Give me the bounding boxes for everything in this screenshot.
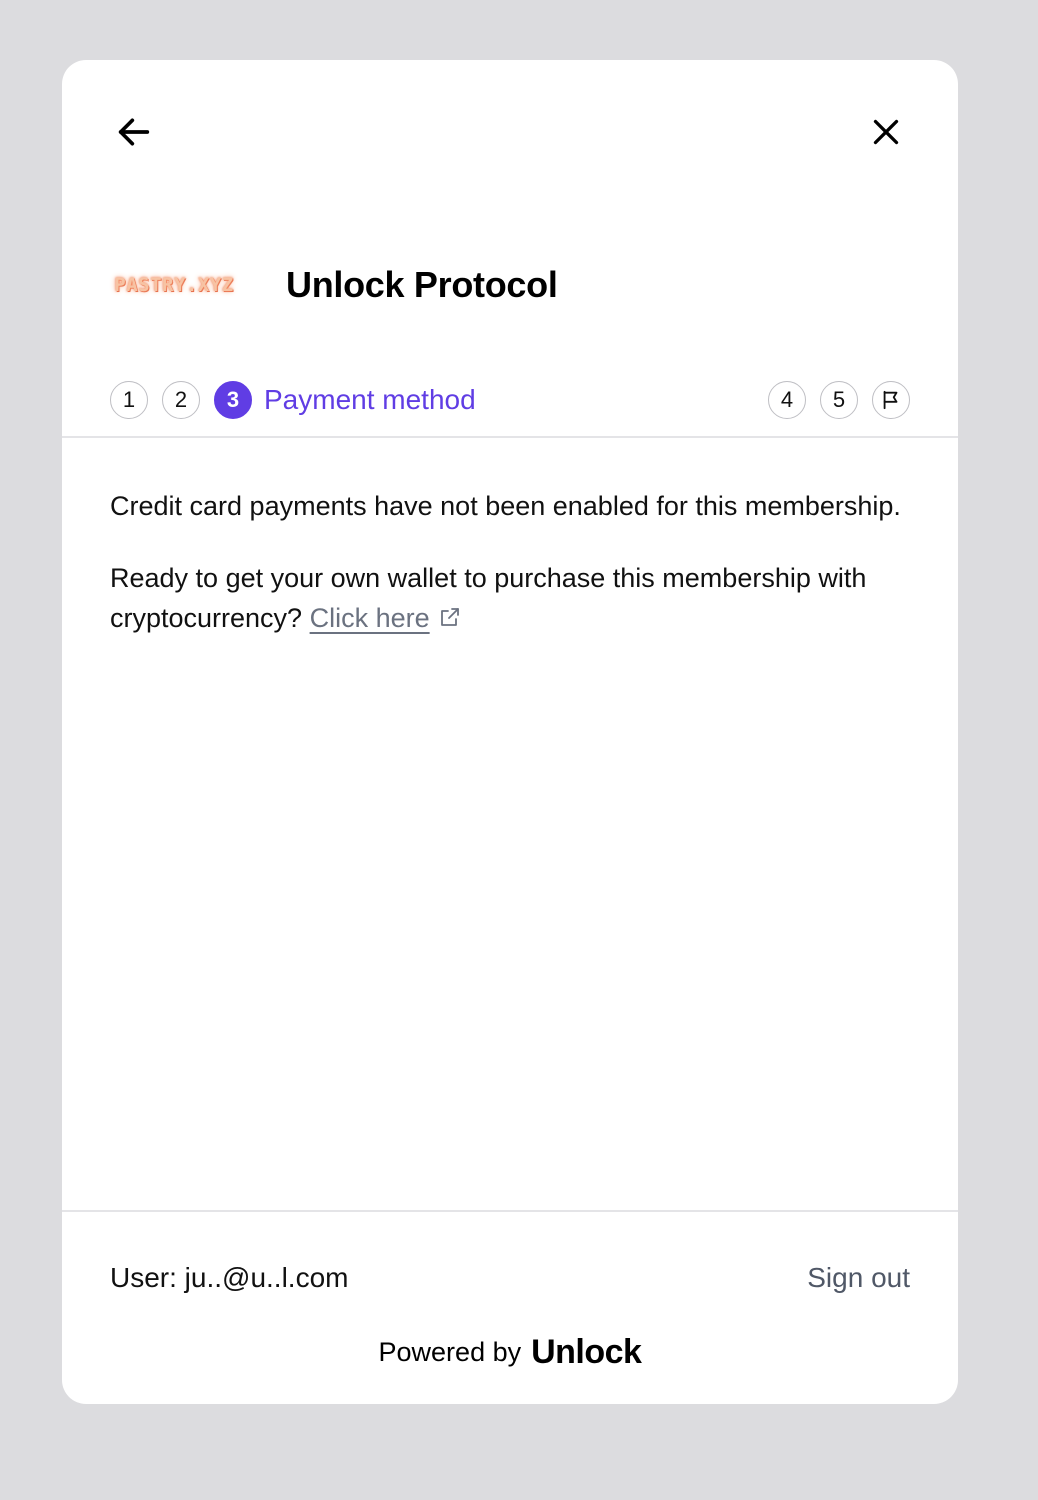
active-step-label: Payment method xyxy=(264,384,476,415)
footer-user-row: User: ju..@u..l.com Sign out xyxy=(110,1256,910,1300)
checkout-stepper: 1 2 3 Payment method 4 5 xyxy=(110,380,910,420)
step-3-active: 3 xyxy=(214,381,252,419)
lock-title: Unlock Protocol xyxy=(286,264,558,305)
arrow-left-icon xyxy=(118,118,150,146)
step-1[interactable]: 1 xyxy=(110,381,148,419)
step-2[interactable]: 2 xyxy=(162,381,200,419)
powered-by: Powered by Unlock xyxy=(62,1326,958,1378)
stepper-divider xyxy=(62,436,958,438)
step-final xyxy=(872,381,910,419)
lock-logo-text: PASTRY.XYZ xyxy=(114,274,234,296)
payment-content: Credit card payments have not been enabl… xyxy=(110,486,910,670)
wallet-prompt: Ready to get your own wallet to purchase… xyxy=(110,558,910,638)
modal-topbar xyxy=(62,60,958,200)
get-wallet-link[interactable]: Click here xyxy=(310,603,430,633)
flag-icon xyxy=(883,390,898,410)
user-email: User: ju..@u..l.com xyxy=(110,1262,349,1293)
sign-out-button[interactable]: Sign out xyxy=(807,1262,910,1294)
back-button[interactable] xyxy=(110,108,158,156)
footer-divider xyxy=(62,1210,958,1212)
lock-header: PASTRY.XYZ Unlock Protocol xyxy=(110,256,558,314)
external-link-icon[interactable] xyxy=(438,605,462,629)
close-button[interactable] xyxy=(862,108,910,156)
card-disabled-notice: Credit card payments have not been enabl… xyxy=(110,491,901,521)
close-icon xyxy=(873,119,899,145)
unlock-brand-logo[interactable]: Unlock xyxy=(531,1333,642,1372)
checkout-modal: PASTRY.XYZ Unlock Protocol 1 2 3 Payment… xyxy=(62,60,958,1404)
powered-by-label: Powered by xyxy=(378,1336,522,1367)
lock-logo: PASTRY.XYZ xyxy=(110,256,238,314)
wallet-prompt-text: Ready to get your own wallet to purchase… xyxy=(110,563,867,633)
step-5: 5 xyxy=(820,381,858,419)
step-4: 4 xyxy=(768,381,806,419)
